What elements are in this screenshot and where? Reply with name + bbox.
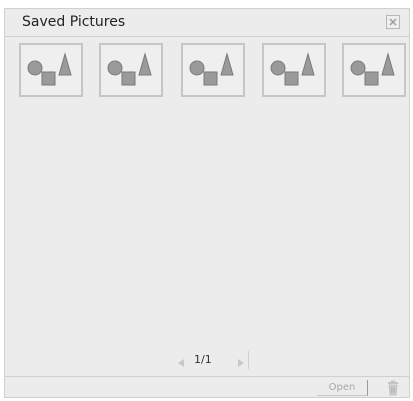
panel-title: Saved Pictures: [22, 14, 126, 30]
titlebar: Saved Pictures: [5, 9, 409, 37]
trash-icon: [388, 380, 398, 396]
close-button[interactable]: [386, 15, 400, 29]
open-button[interactable]: Open: [317, 380, 368, 396]
shapes-placeholder-icon: [270, 52, 315, 86]
saved-pictures-panel: Saved Pictures 1/1 Open: [4, 8, 410, 398]
thumbnail-item[interactable]: [262, 43, 326, 97]
delete-button[interactable]: [386, 380, 400, 396]
next-page-button[interactable]: [235, 354, 247, 367]
shapes-placeholder-icon: [189, 52, 234, 86]
shapes-placeholder-icon: [350, 52, 395, 86]
shapes-placeholder-icon: [27, 52, 72, 86]
shapes-placeholder-icon: [107, 52, 152, 86]
chevron-right-icon: [238, 359, 244, 367]
prev-page-button[interactable]: [175, 354, 187, 367]
chevron-left-icon: [178, 359, 184, 367]
thumbnail-item[interactable]: [342, 43, 406, 97]
pagination: 1/1: [170, 351, 250, 369]
pager-divider: [248, 351, 249, 369]
thumbnail-item[interactable]: [19, 43, 83, 97]
page-indicator: 1/1: [194, 353, 212, 366]
footer-bar: Open: [5, 376, 409, 399]
close-icon: [389, 18, 397, 26]
thumbnail-item[interactable]: [181, 43, 245, 97]
thumbnail-item[interactable]: [99, 43, 163, 97]
